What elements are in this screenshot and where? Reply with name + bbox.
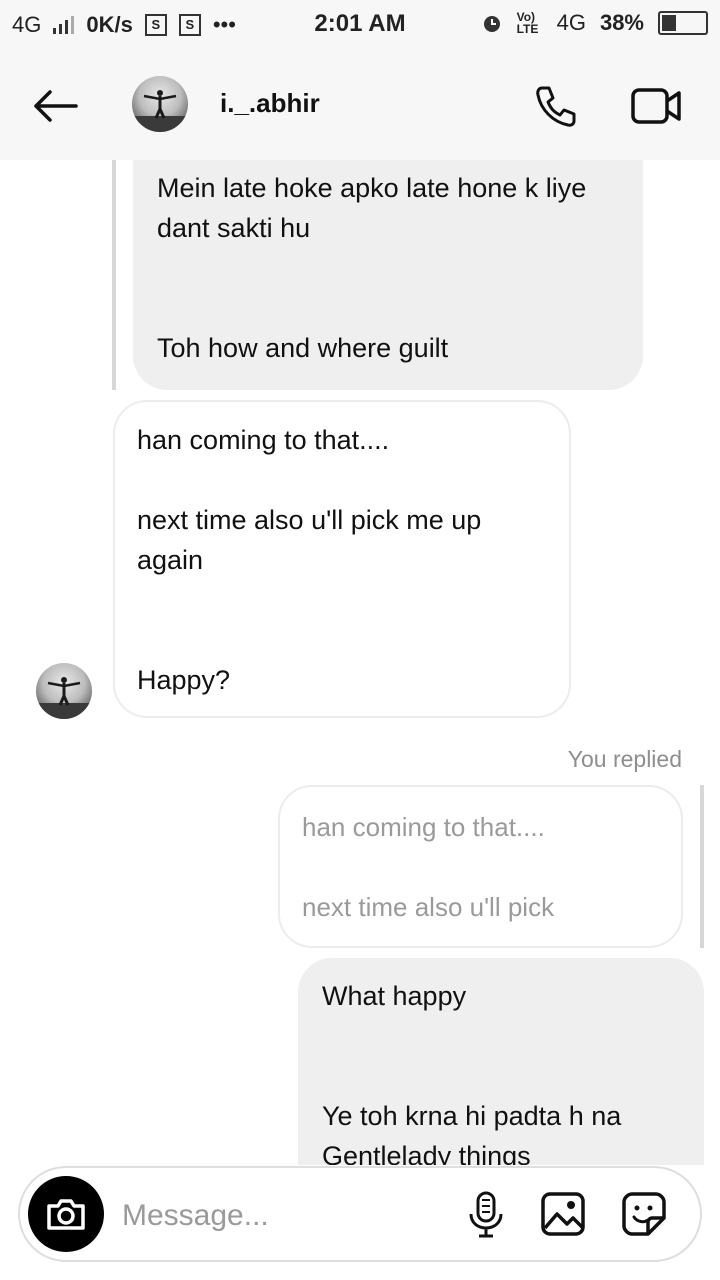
message-bubble-incoming[interactable]: han coming to that.... next time also u'…	[113, 400, 571, 718]
message-bubble-incoming-quote[interactable]: Mein late hoke apko late hone k liye dan…	[133, 150, 643, 390]
person-silhouette-icon	[132, 90, 188, 132]
gallery-image-icon[interactable]	[541, 1190, 585, 1238]
sender-avatar[interactable]	[36, 663, 92, 719]
chat-header: i._.abhir	[0, 50, 720, 160]
profile-avatar[interactable]	[132, 76, 188, 132]
chat-username[interactable]: i._.abhir	[220, 88, 320, 119]
quote-line	[112, 160, 116, 390]
status-bar: 4G 0K/s S S ••• 2:01 AM Vo) LTE 4G 38%	[0, 0, 720, 50]
message-bubble-outgoing[interactable]: What happy Ye toh krna hi padta h na Gen…	[298, 958, 704, 1198]
phone-icon[interactable]	[532, 82, 580, 130]
network-type-2: 4G	[556, 10, 586, 35]
message-input[interactable]	[120, 1192, 424, 1240]
sticker-icon[interactable]	[622, 1190, 666, 1238]
person-silhouette-icon	[36, 677, 92, 719]
battery-percent: 38%	[599, 10, 644, 35]
battery-icon	[658, 11, 708, 35]
camera-icon	[47, 1199, 85, 1230]
alarm-icon	[483, 16, 500, 32]
back-arrow-icon[interactable]	[30, 88, 80, 124]
microphone-icon[interactable]	[464, 1190, 508, 1238]
quote-line	[700, 785, 704, 948]
camera-button[interactable]	[28, 1176, 104, 1252]
video-camera-icon[interactable]	[630, 86, 682, 126]
replied-to-preview[interactable]: han coming to that.... next time also u'…	[278, 785, 683, 948]
volte-badge: Vo) LTE	[516, 10, 539, 36]
you-replied-label: You replied	[567, 746, 682, 772]
